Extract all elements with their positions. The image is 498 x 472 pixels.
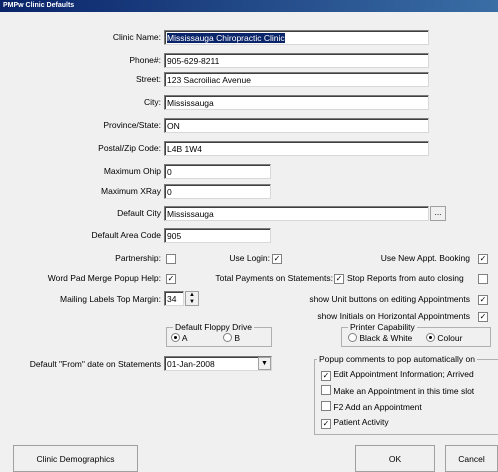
city-field[interactable]: Mississauga [164,95,429,110]
window-title: PMPw Clinic Defaults [0,0,498,12]
total-payments-label: Total Payments on Statements: [215,273,333,283]
printer-bw-radio[interactable] [348,333,357,342]
use-login-label: Use Login: [229,253,270,263]
popup-item[interactable]: F2 Add an Appointment [321,401,422,412]
from-date-dropdown[interactable]: 01-Jan-2008 [164,356,272,371]
clinic-name-field[interactable]: Mississauga Chiropractic Clinic [164,30,429,45]
max-ohip-field[interactable]: 0 [164,164,271,179]
printer-group: Printer Capability Black & White Colour [341,322,491,347]
postal-field[interactable]: L4B 1W4 [164,141,429,156]
floppy-b-radio[interactable] [223,333,232,342]
popup-legend: Popup comments to pop automatically on [317,354,477,364]
new-appt-booking-label: Use New Appt. Booking [380,253,470,263]
popup-item-checkbox[interactable]: ✓ [321,371,331,381]
popup-item-checkbox[interactable]: ✓ [321,419,331,429]
street-label: Street: [135,74,161,84]
chevron-down-icon[interactable]: ▼ [258,357,271,370]
street-field[interactable]: 123 Sacroiliac Avenue [164,72,429,87]
floppy-group: Default Floppy Drive A B [166,322,272,347]
show-initials-label: show Initials on Horizontal Appointments [317,311,470,321]
floppy-legend: Default Floppy Drive [173,322,255,332]
printer-colour-option[interactable]: Colour [426,333,462,343]
popup-group: Popup comments to pop automatically on ✓… [314,354,498,435]
popup-item[interactable]: Make an Appointment in this time slot [321,385,474,396]
clinic-demographics-button[interactable]: Clinic Demographics [13,445,138,472]
max-xray-label: Maximum XRay [101,186,161,196]
popup-item[interactable]: ✓ Patient Activity [321,417,389,429]
printer-bw-option[interactable]: Black & White [348,333,412,343]
total-payments-checkbox[interactable]: ✓ [334,274,344,284]
max-xray-field[interactable]: 0 [164,184,271,199]
show-unit-buttons-label: show Unit buttons on editing Appointment… [309,294,470,304]
popup-item-checkbox[interactable] [321,401,331,411]
show-initials-checkbox[interactable]: ✓ [478,312,488,322]
word-pad-checkbox[interactable]: ✓ [166,274,176,284]
clinic-name-label: Clinic Name: [112,32,161,42]
from-date-label: Default "From" date on Statements [29,359,161,369]
ok-button[interactable]: OK [355,445,435,472]
default-city-field[interactable]: Mississauga [164,206,429,221]
province-label: Province/State: [103,120,161,130]
stop-reports-checkbox[interactable] [478,274,488,284]
partnership-label: Partnership: [115,253,161,263]
cancel-button[interactable]: Cancel [445,445,498,472]
floppy-a-option[interactable]: A [171,333,188,343]
default-city-browse-button[interactable]: ... [430,206,446,221]
mailing-margin-label: Mailing Labels Top Margin: [60,294,161,304]
stop-reports-label: Stop Reports from auto closing [347,273,464,283]
use-login-checkbox[interactable]: ✓ [272,254,282,264]
popup-item-checkbox[interactable] [321,385,331,395]
word-pad-label: Word Pad Merge Popup Help: [47,273,161,283]
printer-legend: Printer Capability [348,322,417,332]
mailing-margin-field[interactable]: 34 [164,291,184,306]
default-city-label: Default City [117,208,161,218]
phone-field[interactable]: 905-629-8211 [164,53,429,68]
floppy-a-radio[interactable] [171,333,180,342]
new-appt-booking-checkbox[interactable]: ✓ [478,254,488,264]
area-code-label: Default Area Code [91,230,161,240]
city-label: City: [144,97,161,107]
partnership-checkbox[interactable] [166,254,176,264]
mailing-margin-spinner[interactable]: ▲ ▼ [185,291,199,306]
area-code-field[interactable]: 905 [164,228,271,243]
printer-colour-radio[interactable] [426,333,435,342]
postal-label: Postal/Zip Code: [98,143,161,153]
province-field[interactable]: ON [164,118,429,133]
show-unit-buttons-checkbox[interactable]: ✓ [478,295,488,305]
phone-label: Phone#: [129,55,161,65]
popup-item[interactable]: ✓ Edit Appointment Information; Arrived [321,369,474,381]
max-ohip-label: Maximum Ohip [103,166,161,176]
floppy-b-option[interactable]: B [223,333,240,343]
